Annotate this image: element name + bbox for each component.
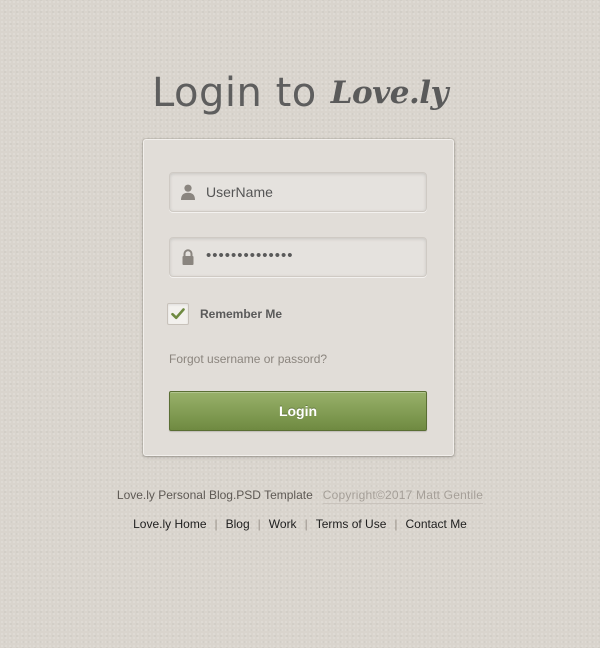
lock-icon [181,249,195,265]
footer-separator: | [257,517,261,531]
title-prefix: Login to [151,70,317,116]
footer-separator: | [304,517,308,531]
password-field[interactable]: •••••••••••••• [169,237,427,277]
username-input[interactable]: UserName [206,173,273,211]
login-card: UserName •••••••••••••• Remember Me Forg… [143,139,454,456]
forgot-password-link[interactable]: Forgot username or passord? [169,352,327,366]
page-title: Login to Love.ly [0,70,600,116]
footer-link-contact[interactable]: Contact Me [406,517,467,531]
footer-link-work[interactable]: Work [269,517,297,531]
user-icon [181,184,195,200]
footer-separator: | [214,517,218,531]
footer-link-home[interactable]: Love.ly Home [133,517,206,531]
checkmark-icon [171,308,185,320]
footer-link-blog[interactable]: Blog [226,517,250,531]
password-input[interactable]: •••••••••••••• [206,237,294,275]
footer-nav: Love.ly Home | Blog | Work | Terms of Use | Cont… [0,517,600,531]
remember-me-label: Remember Me [200,307,283,321]
footer-separator: | [394,517,398,531]
template-credit: Love.ly Personal Blog.PSD Template [116,488,313,502]
brand-logo: Love.ly [330,75,449,111]
footer-link-terms[interactable]: Terms of Use [316,517,387,531]
footer-credit: Love.ly Personal Blog.PSD Template Copyri… [0,488,600,504]
remember-me[interactable]: Remember Me [167,303,282,325]
copyright-text[interactable]: Copyright©2017 Matt Gentile [322,488,484,504]
login-button[interactable]: Login [169,391,427,431]
remember-me-checkbox[interactable] [167,303,189,325]
username-field[interactable]: UserName [169,172,427,212]
